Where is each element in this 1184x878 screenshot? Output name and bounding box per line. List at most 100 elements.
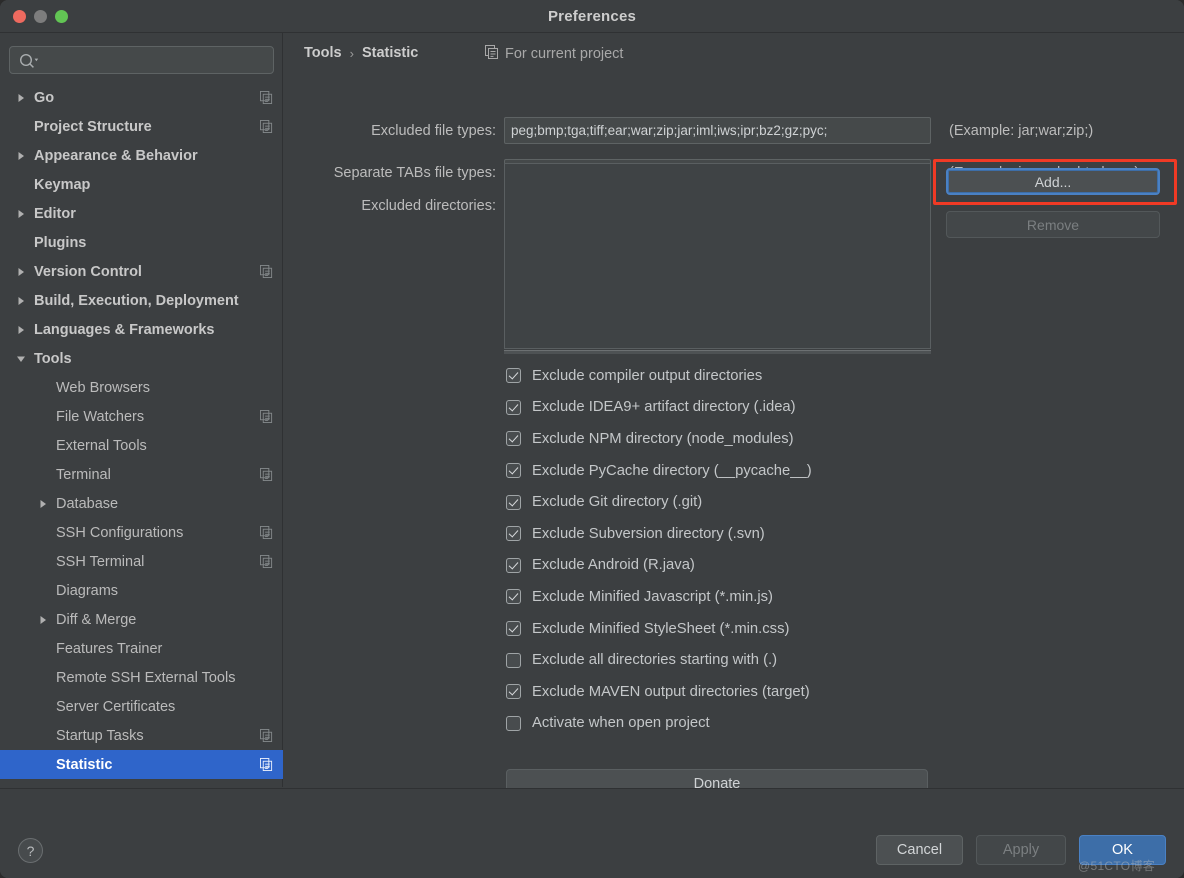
sidebar-item-label: Languages & Frameworks — [34, 321, 215, 338]
checkbox-label: Exclude Minified StyleSheet (*.min.css) — [532, 620, 790, 637]
sidebar-item-web-browsers[interactable]: Web Browsers — [0, 373, 283, 402]
sidebar-item-editor[interactable]: Editor — [0, 199, 283, 228]
copy-settings-icon[interactable] — [260, 729, 273, 742]
chevron-right-icon[interactable] — [14, 257, 28, 286]
apply-button[interactable]: Apply — [976, 835, 1066, 865]
tree-arrow-placeholder — [36, 576, 50, 605]
sidebar-item-label: Tools — [34, 350, 72, 367]
checkbox-row[interactable]: Exclude Minified Javascript (*.min.js) — [506, 581, 926, 613]
checkbox-checked-icon[interactable] — [506, 526, 521, 542]
sidebar-item-file-watchers[interactable]: File Watchers — [0, 402, 283, 431]
checkbox-checked-icon[interactable] — [506, 557, 521, 573]
checkbox-label: Exclude PyCache directory (__pycache__) — [532, 462, 812, 479]
ok-button[interactable]: OK — [1079, 835, 1166, 865]
sidebar-item-ssh-terminal[interactable]: SSH Terminal — [0, 547, 283, 576]
checkbox-row[interactable]: Exclude NPM directory (node_modules) — [506, 423, 926, 455]
sidebar-item-plugins[interactable]: Plugins — [0, 228, 283, 257]
checkbox-checked-icon[interactable] — [506, 399, 521, 415]
sidebar-item-database[interactable]: Database — [0, 489, 283, 518]
window-title: Preferences — [547, 8, 637, 25]
search-box[interactable] — [9, 46, 274, 74]
chevron-right-icon[interactable] — [14, 83, 28, 112]
checkbox-row[interactable]: Exclude Android (R.java) — [506, 550, 926, 582]
copy-settings-icon[interactable] — [260, 91, 273, 104]
sidebar-item-diagrams[interactable]: Diagrams — [0, 576, 283, 605]
checkbox-row[interactable]: Exclude MAVEN output directories (target… — [506, 676, 926, 708]
sidebar-item-label: Features Trainer — [56, 640, 163, 657]
sidebar-item-label: File Watchers — [56, 408, 145, 425]
tree-arrow-placeholder — [36, 692, 50, 721]
breadcrumb-parent[interactable]: Tools — [304, 45, 342, 61]
excluded-directories-horizontal-scrollbar[interactable] — [504, 350, 931, 354]
search-input[interactable] — [42, 47, 270, 73]
checkbox-row[interactable]: Activate when open project — [506, 708, 926, 740]
checkbox-row[interactable]: Exclude PyCache directory (__pycache__) — [506, 455, 926, 487]
checkbox-checked-icon[interactable] — [506, 463, 521, 479]
sidebar-item-external-tools[interactable]: External Tools — [0, 431, 283, 460]
copy-settings-icon[interactable] — [260, 758, 273, 771]
sidebar-item-remote-ssh-external-tools[interactable]: Remote SSH External Tools — [0, 663, 283, 692]
sidebar-item-version-control[interactable]: Version Control — [0, 257, 283, 286]
chevron-right-icon[interactable] — [14, 141, 28, 170]
checkbox-checked-icon[interactable] — [506, 494, 521, 510]
checkbox-row[interactable]: Exclude Subversion directory (.svn) — [506, 518, 926, 550]
chevron-right-icon[interactable] — [36, 489, 50, 518]
checkbox-row[interactable]: Exclude all directories starting with (.… — [506, 644, 926, 676]
sidebar-item-label: Keymap — [34, 176, 91, 193]
cancel-button-label: Cancel — [896, 842, 943, 858]
copy-settings-icon[interactable] — [260, 265, 273, 278]
checkbox-unchecked-icon[interactable] — [506, 652, 521, 668]
chevron-right-icon[interactable] — [14, 315, 28, 344]
checkbox-checked-icon[interactable] — [506, 684, 521, 700]
copy-settings-icon[interactable] — [260, 468, 273, 481]
checkbox-row[interactable]: Exclude Minified StyleSheet (*.min.css) — [506, 613, 926, 645]
copy-settings-icon[interactable] — [260, 410, 273, 423]
sidebar-item-terminal[interactable]: Terminal — [0, 460, 283, 489]
sidebar-item-startup-tasks[interactable]: Startup Tasks — [0, 721, 283, 750]
copy-settings-icon[interactable] — [260, 555, 273, 568]
sidebar-item-label: Plugins — [34, 234, 87, 251]
sidebar-item-go[interactable]: Go — [0, 83, 283, 112]
checkbox-row[interactable]: Exclude compiler output directories — [506, 360, 926, 392]
sidebar-item-features-trainer[interactable]: Features Trainer — [0, 634, 283, 663]
checkbox-checked-icon[interactable] — [506, 621, 521, 637]
tree-arrow-placeholder — [14, 170, 28, 199]
sidebar-item-diff-merge[interactable]: Diff & Merge — [0, 605, 283, 634]
title-bar: Preferences — [0, 0, 1184, 33]
checkbox-checked-icon[interactable] — [506, 431, 521, 447]
chevron-down-icon[interactable] — [14, 344, 28, 373]
sidebar-item-ssh-configurations[interactable]: SSH Configurations — [0, 518, 283, 547]
ok-button-label: OK — [1112, 842, 1133, 858]
sidebar-item-tools[interactable]: Tools — [0, 344, 283, 373]
sidebar-item-keymap[interactable]: Keymap — [0, 170, 283, 199]
sidebar-item-label: Database — [56, 495, 119, 512]
checkbox-unchecked-icon[interactable] — [506, 715, 521, 731]
options-checkbox-list: Exclude compiler output directories Exclu… — [506, 360, 926, 739]
sidebar-item-label: Remote SSH External Tools — [56, 669, 236, 686]
help-button[interactable]: ? — [18, 838, 43, 863]
checkbox-row[interactable]: Exclude Git directory (.git) — [506, 486, 926, 518]
settings-tree: Go Project Structure Appearance & Behavior… — [0, 83, 283, 783]
sidebar-item-build-execution-deployment[interactable]: Build, Execution, Deployment — [0, 286, 283, 315]
sidebar-item-project-structure[interactable]: Project Structure — [0, 112, 283, 141]
checkbox-row[interactable]: Exclude IDEA9+ artifact directory (.idea… — [506, 392, 926, 424]
sidebar-item-label: SSH Terminal — [56, 553, 145, 570]
sidebar-item-statistic[interactable]: Statistic — [0, 750, 283, 779]
cancel-button[interactable]: Cancel — [876, 835, 963, 865]
excluded-directories-row: Excluded directories: — [300, 198, 496, 214]
sidebar-item-appearance-behavior[interactable]: Appearance & Behavior — [0, 141, 283, 170]
chevron-right-icon[interactable] — [36, 605, 50, 634]
remove-directory-button[interactable]: Remove — [946, 211, 1160, 238]
breadcrumb: Tools › Statistic — [304, 45, 418, 61]
excluded-directories-list[interactable] — [504, 163, 931, 349]
excluded-file-types-input[interactable] — [504, 117, 931, 144]
chevron-right-icon[interactable] — [14, 199, 28, 228]
sidebar-item-server-certificates[interactable]: Server Certificates — [0, 692, 283, 721]
copy-settings-icon[interactable] — [260, 120, 273, 133]
chevron-right-icon[interactable] — [14, 286, 28, 315]
checkbox-checked-icon[interactable] — [506, 589, 521, 605]
add-directory-button[interactable]: Add... — [946, 168, 1160, 195]
sidebar-item-languages-frameworks[interactable]: Languages & Frameworks — [0, 315, 283, 344]
checkbox-checked-icon[interactable] — [506, 368, 521, 384]
copy-settings-icon[interactable] — [260, 526, 273, 539]
